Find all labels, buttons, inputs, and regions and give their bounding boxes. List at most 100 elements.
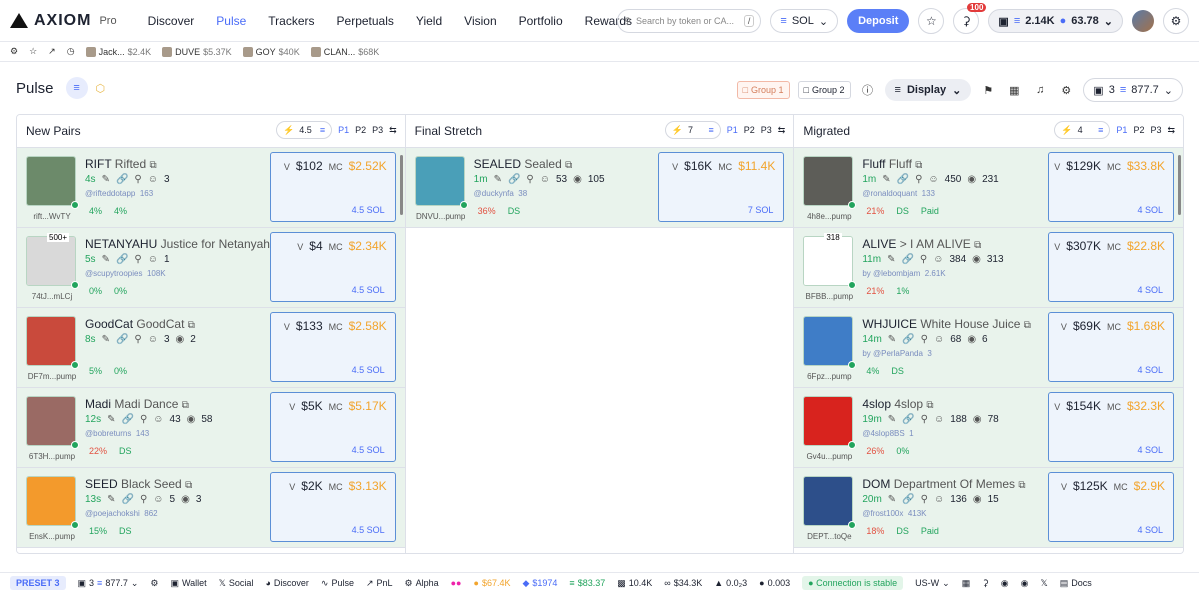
quick-buy-button[interactable]: 4 SOL bbox=[1138, 205, 1164, 215]
search-icon[interactable]: ⚲ bbox=[140, 494, 147, 505]
quick-buy-button[interactable]: 4.5 SOL bbox=[352, 445, 385, 455]
token-handle[interactable]: @scupytroopies bbox=[85, 269, 142, 278]
quick-buy-button[interactable]: 4 SOL bbox=[1138, 365, 1164, 375]
deposit-button[interactable]: Deposit bbox=[847, 9, 910, 33]
star-icon[interactable]: ☆ bbox=[29, 46, 37, 57]
preset-p2[interactable]: P2 bbox=[1133, 125, 1144, 135]
watch-item[interactable]: GOY $40K bbox=[242, 46, 300, 57]
chain-selector[interactable]: ≡ SOL ⌄ bbox=[770, 9, 839, 33]
token-address[interactable]: 6Fpz...pump bbox=[803, 372, 855, 381]
notifications-button[interactable]: ⚳ 100 bbox=[953, 3, 987, 34]
search-icon[interactable]: ⚲ bbox=[134, 334, 141, 345]
token-address[interactable]: Gv4u...pump bbox=[803, 452, 855, 461]
token-address[interactable]: DNVU...pump bbox=[415, 212, 467, 221]
quick-buy-box[interactable]: V $69K MC $1.68K 4 SOL bbox=[1048, 312, 1175, 382]
preset-p3[interactable]: P3 bbox=[372, 125, 383, 135]
quick-buy-amount[interactable]: ⚡ 7 ≡ bbox=[664, 121, 721, 139]
link-icon[interactable]: 🔗 bbox=[902, 494, 914, 505]
search-icon[interactable]: ⚲ bbox=[921, 494, 928, 505]
filter-icon[interactable]: ⇆ bbox=[1167, 125, 1175, 136]
search-icon[interactable]: ⚲ bbox=[140, 414, 147, 425]
preset-p3[interactable]: P3 bbox=[1150, 125, 1161, 135]
bottom-pnl[interactable]: ↗ PnL bbox=[366, 578, 393, 589]
list-view-button[interactable]: ≡ bbox=[65, 77, 88, 99]
token-address[interactable]: BFBB...pump bbox=[803, 292, 855, 301]
group1-button[interactable]: □ Group 1 bbox=[736, 81, 790, 99]
token-card[interactable]: DF7m...pump GoodCat GoodCat ⧉ 8s ✎ 🔗 ⚲ ☺… bbox=[17, 308, 405, 388]
bottom-wallet[interactable]: ▣ Wallet bbox=[170, 578, 206, 589]
token-handle[interactable]: by @PerlaPanda bbox=[862, 349, 923, 358]
token-handle[interactable]: @rifteddotapp bbox=[85, 189, 135, 198]
token-card[interactable]: DEPT...toQe DOM Department Of Memes ⧉ 20… bbox=[794, 468, 1183, 548]
logo[interactable]: AXIOM Pro bbox=[10, 12, 117, 30]
token-card[interactable]: 500+ 74tJ...mLCj NETANYAHU Justice for N… bbox=[17, 228, 405, 308]
nav-discover[interactable]: Discover bbox=[137, 14, 206, 28]
copy-icon[interactable]: ⧉ bbox=[926, 400, 933, 411]
token-card[interactable]: DNVU...pump SEALED Sealed ⧉ 1m ✎ 🔗 ⚲ ☺ 53… bbox=[405, 148, 794, 228]
copy-icon[interactable]: ⧉ bbox=[188, 320, 195, 331]
link-icon[interactable]: 🔗 bbox=[116, 174, 128, 185]
x-icon[interactable]: 𝕏 bbox=[1041, 578, 1048, 589]
link-icon[interactable]: 🔗 bbox=[902, 334, 914, 345]
bottom-alpha[interactable]: ⚙ Alpha bbox=[405, 578, 439, 589]
token-card[interactable]: Gv4u...pump 4slop 4slop ⧉ 19m ✎ 🔗 ⚲ ☺ 188… bbox=[794, 388, 1183, 468]
bookmark-icon[interactable]: ⚑ bbox=[979, 84, 997, 97]
settings-icon[interactable]: ⚙ bbox=[1057, 84, 1075, 97]
social-link-icon[interactable]: ✎ bbox=[882, 174, 890, 185]
quick-buy-button[interactable]: 4.5 SOL bbox=[352, 285, 385, 295]
link-icon[interactable]: 🔗 bbox=[116, 254, 128, 265]
token-card[interactable]: 318 BFBB...pump ALIVE > I AM ALIVE ⧉ 11m… bbox=[794, 228, 1183, 308]
social-link-icon[interactable]: ✎ bbox=[888, 414, 896, 425]
link-icon[interactable]: 🔗 bbox=[901, 254, 913, 265]
quick-buy-box[interactable]: V $154K MC $32.3K 4 SOL bbox=[1048, 392, 1175, 462]
copy-icon[interactable]: ⧉ bbox=[974, 240, 981, 251]
gear-icon[interactable]: ⚙ bbox=[10, 46, 18, 57]
quick-buy-amount[interactable]: ⚡ 4.5 ≡ bbox=[276, 121, 333, 139]
token-image[interactable] bbox=[803, 316, 854, 366]
copy-icon[interactable]: ⧉ bbox=[1024, 320, 1031, 331]
nav-vision[interactable]: Vision bbox=[453, 14, 507, 28]
quick-buy-box[interactable]: V $307K MC $22.8K 4 SOL bbox=[1048, 232, 1175, 302]
group2-button[interactable]: □ Group 2 bbox=[797, 81, 851, 99]
token-card[interactable]: rift...WvTY RIFT Rifted ⧉ 4s ✎ 🔗 ⚲ ☺ 3 @r… bbox=[17, 148, 405, 228]
token-image[interactable] bbox=[26, 476, 76, 526]
link-icon[interactable]: 🔗 bbox=[122, 494, 134, 505]
preset-p1[interactable]: P1 bbox=[727, 125, 738, 135]
nav-portfolio[interactable]: Portfolio bbox=[508, 14, 574, 28]
token-handle[interactable]: @ronaldoquant bbox=[862, 189, 917, 198]
token-image[interactable] bbox=[26, 316, 76, 366]
preset-p3[interactable]: P3 bbox=[761, 125, 772, 135]
help-icon[interactable]: ⓘ bbox=[859, 82, 877, 98]
quick-buy-button[interactable]: 4 SOL bbox=[1138, 285, 1164, 295]
region-selector[interactable]: US-W ⌄ bbox=[915, 578, 950, 589]
discord-icon[interactable]: ◉ bbox=[1021, 578, 1029, 589]
quick-buy-button[interactable]: 4.5 SOL bbox=[352, 365, 385, 375]
wallet-button[interactable]: ▣ ≡ 2.14K ● 63.78 ⌄ bbox=[988, 9, 1123, 33]
quick-buy-box[interactable]: V $133 MC $2.58K 4.5 SOL bbox=[269, 312, 396, 382]
token-image[interactable] bbox=[26, 236, 76, 286]
token-card[interactable]: 6Fpz...pump WHJUICE White House Juice ⧉ … bbox=[794, 308, 1183, 388]
quick-buy-box[interactable]: V $4 MC $2.34K 4.5 SOL bbox=[269, 232, 396, 302]
scrollbar[interactable] bbox=[399, 155, 403, 215]
token-image[interactable] bbox=[26, 396, 76, 446]
token-card[interactable]: 6T3H...pump Madi Madi Dance ⧉ 12s ✎ 🔗 ⚲ … bbox=[17, 388, 405, 468]
quick-buy-box[interactable]: V $102 MC $2.52K 4.5 SOL bbox=[269, 152, 396, 222]
token-handle[interactable]: @duckynfa bbox=[474, 189, 514, 198]
search-icon[interactable]: ⚲ bbox=[915, 174, 922, 185]
token-card[interactable]: 4h8e...pump Fluff Fluff ⧉ 1m ✎ 🔗 ⚲ ☺ 450 … bbox=[794, 148, 1183, 228]
token-image[interactable] bbox=[803, 236, 854, 286]
docs-link[interactable]: ▤ Docs bbox=[1060, 578, 1092, 589]
link-icon[interactable]: 🔗 bbox=[902, 414, 914, 425]
link-icon[interactable]: 🔗 bbox=[897, 174, 909, 185]
token-image[interactable] bbox=[414, 156, 465, 206]
sound-icon[interactable]: ♫ bbox=[1031, 84, 1049, 96]
quick-buy-button[interactable]: 4.5 SOL bbox=[352, 205, 385, 215]
nav-pulse[interactable]: Pulse bbox=[205, 14, 257, 28]
wallet-count-button[interactable]: ▣ 3 ≡ 877.7 ⌄ bbox=[1083, 78, 1183, 102]
copy-icon[interactable]: ⧉ bbox=[915, 160, 922, 171]
copy-icon[interactable]: ⧉ bbox=[1018, 480, 1025, 491]
social-link-icon[interactable]: ✎ bbox=[107, 494, 115, 505]
token-address[interactable]: DEPT...toQe bbox=[803, 532, 855, 541]
nav-perpetuals[interactable]: Perpetuals bbox=[326, 14, 405, 28]
color-icons[interactable]: ●● bbox=[451, 578, 462, 588]
